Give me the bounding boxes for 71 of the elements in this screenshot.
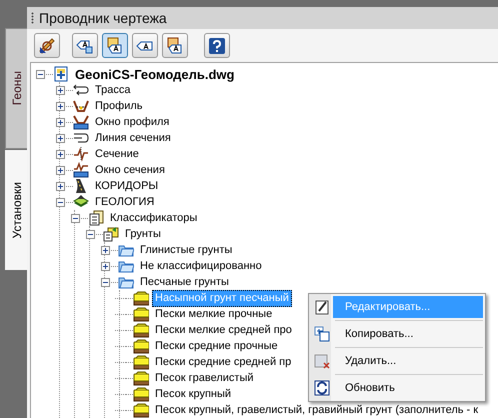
collapse-toggle[interactable] xyxy=(56,198,65,206)
toolbar-button[interactable] xyxy=(34,33,60,58)
arrows-icon xyxy=(73,82,89,98)
tree-item[interactable]: Окно профиля xyxy=(92,114,172,130)
document-icon xyxy=(53,66,69,82)
collapse-toggle[interactable] xyxy=(36,70,45,78)
tree-item[interactable]: Пески средние прочные xyxy=(152,338,281,354)
menu-item[interactable]: Обновить xyxy=(333,377,483,399)
collapse-toggle[interactable] xyxy=(101,278,110,286)
side-tab[interactable]: Геоны xyxy=(5,28,27,149)
delete-icon xyxy=(314,353,330,369)
tree-item[interactable]: Классификаторы xyxy=(107,210,200,226)
tree-item[interactable]: ГЕОЛОГИЯ xyxy=(92,194,158,210)
list-icon xyxy=(88,210,104,226)
soil-icon xyxy=(133,370,149,386)
toolbar-button[interactable] xyxy=(204,33,230,58)
menu-item[interactable]: Удалить... xyxy=(333,350,483,372)
profile-icon xyxy=(73,98,89,114)
tree-item[interactable]: Пески мелкие прочные xyxy=(152,306,276,322)
soil-icon xyxy=(133,386,149,402)
soil-icon xyxy=(133,354,149,370)
expand-toggle[interactable] xyxy=(56,118,65,126)
tree-item[interactable]: Окно сечения xyxy=(92,162,168,178)
soil-icon xyxy=(133,306,149,322)
expand-toggle[interactable] xyxy=(56,166,65,174)
tree-item[interactable]: Глинистые грунты xyxy=(137,242,236,258)
layers-icon xyxy=(73,194,89,210)
expand-toggle[interactable] xyxy=(56,150,65,158)
tree-item[interactable]: Пески мелкие средней про xyxy=(152,322,295,338)
toolbar-button[interactable] xyxy=(102,33,128,58)
expand-toggle[interactable] xyxy=(56,134,65,142)
tree-item[interactable]: Песок гравелистый xyxy=(152,370,257,386)
tree-item[interactable]: Песок крупный, гравелистый, гравийный грунт (заполнитель - к xyxy=(152,402,482,418)
soil-icon xyxy=(133,402,149,418)
collapse-toggle[interactable] xyxy=(86,230,95,238)
section-icon xyxy=(73,146,89,162)
collapse-toggle[interactable] xyxy=(71,214,80,222)
menu-item[interactable]: Копировать... xyxy=(333,323,483,345)
help-icon xyxy=(207,36,227,56)
side-tab[interactable]: Установки xyxy=(5,150,27,270)
profile-window-icon xyxy=(73,114,89,130)
soil-icon xyxy=(133,322,149,338)
tree-item[interactable]: Песок крупный xyxy=(152,386,234,402)
toolbar-button[interactable] xyxy=(162,33,188,58)
tree-item[interactable]: Сечение xyxy=(92,146,142,162)
panel-title: Проводник чертежа xyxy=(39,8,167,28)
tree-item[interactable]: Не классифицированно xyxy=(137,258,265,274)
pencil-icon xyxy=(314,299,330,315)
grip-handle[interactable] xyxy=(31,12,34,24)
expand-toggle[interactable] xyxy=(101,246,110,254)
folder-icon xyxy=(103,226,119,242)
section-window-icon xyxy=(73,162,89,178)
tree-item[interactable]: Пески средние средней пр xyxy=(152,354,294,370)
soil-icon xyxy=(133,338,149,354)
soil-icon xyxy=(133,290,149,306)
expand-toggle[interactable] xyxy=(56,86,65,94)
tree-item[interactable]: Трасса xyxy=(92,82,134,98)
copy-icon xyxy=(314,326,330,342)
expand-toggle[interactable] xyxy=(101,262,110,270)
toolbar-button[interactable] xyxy=(132,33,158,58)
tree-item[interactable]: КОРИДОРЫ xyxy=(92,178,162,194)
tree-item[interactable]: Грунты xyxy=(122,226,164,242)
tree-item[interactable]: Линия сечения xyxy=(92,130,174,146)
toolbar-button[interactable] xyxy=(72,33,98,58)
expand-toggle[interactable] xyxy=(56,102,65,110)
tree-item[interactable]: Песчаные грунты xyxy=(137,274,232,290)
tree-item[interactable]: Профиль xyxy=(92,98,146,114)
pencil-icon xyxy=(37,36,57,56)
expand-toggle[interactable] xyxy=(56,182,65,190)
tree-item[interactable]: GeoniCS-Геомодель.dwg xyxy=(72,66,238,82)
refresh-icon xyxy=(314,380,330,396)
